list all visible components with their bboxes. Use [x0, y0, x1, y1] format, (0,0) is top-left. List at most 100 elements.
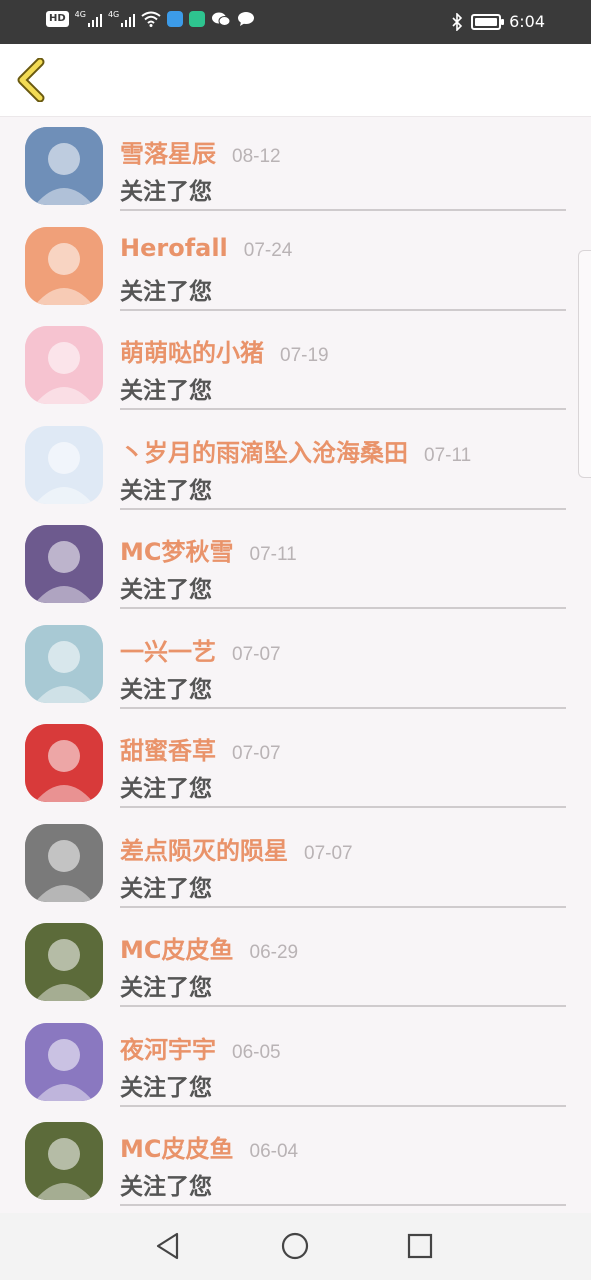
home-circle-icon [281, 1232, 309, 1260]
status-bar: HD 4G 4G 6:04 [0, 0, 591, 44]
list-item[interactable]: MC梦秋雪 07-11 关注了您 [0, 515, 591, 615]
divider [120, 507, 566, 510]
scroll-handle[interactable] [578, 250, 591, 478]
action-text: 关注了您 [120, 875, 212, 902]
avatar[interactable] [25, 1122, 103, 1200]
action-text: 关注了您 [120, 577, 212, 603]
divider [120, 1204, 566, 1206]
action-text: 关注了您 [120, 378, 212, 404]
follower-name[interactable]: 夜河宇宇 [120, 1030, 216, 1065]
avatar[interactable] [25, 923, 103, 1001]
follow-date: 07-19 [280, 345, 329, 366]
name-line: 差点陨灭的陨星 07-07 [120, 831, 353, 866]
back-button[interactable] [14, 57, 48, 103]
avatar[interactable] [25, 226, 103, 305]
app-icon [189, 11, 206, 27]
follower-name[interactable]: 丶岁月的雨滴坠入沧海桑田 [120, 433, 408, 468]
name-line: 雪落星辰 08-12 [120, 134, 281, 169]
divider [120, 706, 566, 709]
avatar-image [25, 1022, 103, 1101]
action-text: 关注了您 [120, 1074, 212, 1101]
list-item[interactable]: 雪落星辰 08-12 关注了您 [0, 117, 591, 217]
header-bar [0, 44, 591, 117]
back-triangle-icon [156, 1232, 179, 1260]
name-line: 夜河宇宇 06-05 [120, 1030, 281, 1065]
follow-date: 07-07 [232, 643, 281, 665]
recents-square-icon [407, 1233, 433, 1259]
avatar[interactable] [25, 127, 103, 205]
app-icon [167, 11, 184, 27]
divider [120, 607, 566, 609]
follower-name[interactable]: MC皮皮鱼 [120, 930, 234, 965]
follow-date: 07-07 [304, 842, 353, 864]
signal-icon: 4G [75, 11, 102, 27]
avatar-image [25, 923, 103, 1001]
divider [120, 1104, 566, 1107]
avatar-image [25, 823, 103, 902]
name-line: Herofall 07-24 [120, 234, 292, 262]
list-item[interactable]: Herofall 07-24 关注了您 [0, 217, 591, 317]
avatar-image [25, 525, 103, 603]
nav-home-button[interactable] [280, 1231, 310, 1261]
name-line: MC梦秋雪 07-11 [120, 532, 297, 567]
follower-list[interactable]: 雪落星辰 08-12 关注了您 Herofall 07-24 关注了您 萌萌哒的小猪 07-1… [0, 117, 591, 1213]
divider [120, 308, 566, 311]
list-item[interactable]: 一兴一艺 07-07 关注了您 [0, 615, 591, 715]
avatar-image [25, 1122, 103, 1200]
divider [120, 905, 566, 908]
name-line: 萌萌哒的小猪 07-19 [120, 333, 329, 368]
hd-icon: HD [46, 11, 69, 27]
avatar[interactable] [25, 624, 103, 703]
avatar[interactable] [25, 724, 103, 802]
divider [120, 209, 566, 211]
follow-date: 07-24 [243, 239, 293, 261]
nav-recents-button[interactable] [405, 1231, 435, 1261]
follower-name[interactable]: MC皮皮鱼 [120, 1129, 234, 1164]
list-item[interactable]: 差点陨灭的陨星 07-07 关注了您 [0, 814, 591, 914]
follower-name[interactable]: 甜蜜香草 [120, 731, 216, 766]
follow-date: 06-04 [249, 1141, 299, 1162]
follower-name[interactable]: 雪落星辰 [120, 134, 216, 169]
status-right: 6:04 [451, 11, 545, 33]
follower-name[interactable]: 差点陨灭的陨星 [120, 831, 288, 866]
list-item[interactable]: 甜蜜香草 07-07 关注了您 [0, 714, 591, 814]
avatar-image [25, 724, 103, 802]
follow-date: 07-07 [232, 743, 281, 764]
list-item[interactable]: 萌萌哒的小猪 07-19 关注了您 [0, 316, 591, 416]
follower-name[interactable]: Herofall [120, 234, 228, 262]
avatar[interactable] [25, 823, 103, 902]
battery-icon [471, 14, 505, 30]
wifi-icon [141, 11, 161, 27]
follower-name[interactable]: 萌萌哒的小猪 [120, 333, 264, 368]
avatar[interactable] [25, 1022, 103, 1101]
signal-icon: 4G [108, 11, 136, 27]
list-item[interactable]: MC皮皮鱼 06-04 关注了您 [0, 1112, 591, 1212]
avatar-image [25, 226, 103, 305]
avatar-image [25, 624, 103, 703]
action-text: 关注了您 [120, 278, 212, 305]
list-item[interactable]: MC皮皮鱼 06-29 关注了您 [0, 913, 591, 1013]
action-text: 关注了您 [120, 975, 212, 1001]
avatar[interactable] [25, 525, 103, 603]
follow-date: 06-29 [249, 942, 299, 963]
avatar[interactable] [25, 326, 103, 404]
avatar[interactable] [25, 425, 103, 504]
divider [120, 1005, 566, 1007]
list-item[interactable]: 夜河宇宇 06-05 关注了您 [0, 1013, 591, 1113]
chevron-left-icon [17, 57, 45, 103]
name-line: 丶岁月的雨滴坠入沧海桑田 07-11 [120, 433, 471, 468]
action-text: 关注了您 [120, 676, 212, 703]
follower-name[interactable]: 一兴一艺 [120, 632, 216, 667]
name-line: MC皮皮鱼 06-04 [120, 1129, 298, 1164]
action-text: 关注了您 [120, 477, 212, 504]
action-text: 关注了您 [120, 1174, 212, 1200]
list-item[interactable]: 丶岁月的雨滴坠入沧海桑田 07-11 关注了您 [0, 416, 591, 516]
follower-name[interactable]: MC梦秋雪 [120, 532, 234, 567]
action-text: 关注了您 [120, 179, 212, 205]
name-line: MC皮皮鱼 06-29 [120, 930, 298, 965]
nav-back-button[interactable] [153, 1231, 183, 1261]
follow-date: 07-11 [424, 444, 472, 466]
clock: 6:04 [509, 12, 545, 31]
name-line: 甜蜜香草 07-07 [120, 731, 281, 766]
divider [120, 408, 566, 410]
